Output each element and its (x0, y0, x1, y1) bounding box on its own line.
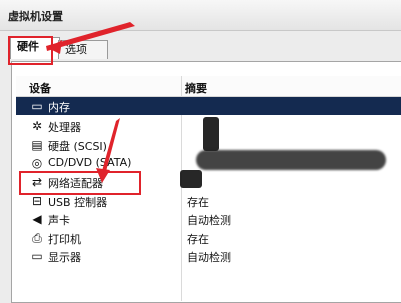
device-summary: 存在 (187, 233, 209, 246)
usb-controller-icon: ⊟ (31, 194, 43, 208)
device-label: 处理器 (48, 121, 81, 134)
device-row-sound-card[interactable]: ◀ 声卡 自动检测 (16, 210, 401, 228)
device-row-network-adapter[interactable]: ⇄ 网络适配器 (16, 173, 401, 191)
device-label: 硬盘 (SCSI) (48, 140, 107, 153)
display-icon: ▭ (31, 249, 43, 263)
column-header-device: 设备 (29, 82, 51, 95)
device-label: 内存 (48, 101, 70, 114)
device-label: 网络适配器 (48, 177, 103, 190)
device-row-printer[interactable]: ⎙ 打印机 存在 (16, 229, 401, 247)
tab-options-label: 选项 (65, 43, 87, 56)
sound-card-icon: ◀ (32, 212, 42, 226)
column-header-summary: 摘要 (185, 82, 207, 95)
tab-strip: 硬件 选项 (8, 36, 401, 60)
device-summary: 存在 (187, 196, 209, 209)
tab-options[interactable]: 选项 (58, 40, 108, 59)
tab-hardware[interactable]: 硬件 (10, 37, 60, 59)
processor-icon: ✲ (31, 119, 43, 133)
redacted-summary (203, 117, 219, 151)
tab-hardware-label: 硬件 (17, 40, 39, 53)
network-adapter-icon: ⇄ (31, 175, 43, 189)
printer-icon: ⎙ (32, 231, 42, 245)
device-label: 打印机 (48, 233, 81, 246)
device-label: 显示器 (48, 251, 81, 264)
redacted-summary (196, 150, 386, 170)
device-label: CD/DVD (SATA) (48, 156, 132, 169)
device-row-usb-controller[interactable]: ⊟ USB 控制器 存在 (16, 192, 401, 210)
device-label: 声卡 (48, 214, 70, 227)
redacted-summary (180, 170, 202, 188)
window-title: 虚拟机设置 (8, 10, 63, 23)
device-summary: 自动检测 (187, 214, 231, 227)
hard-disk-icon: ▤ (31, 138, 43, 152)
device-list-header: 设备 摘要 (16, 76, 401, 97)
device-row-memory[interactable]: ▭ 内存 (16, 97, 401, 115)
memory-icon: ▭ (31, 99, 43, 113)
device-row-display[interactable]: ▭ 显示器 自动检测 (16, 247, 401, 265)
device-label: USB 控制器 (48, 196, 108, 209)
title-bar: 虚拟机设置 (0, 0, 401, 31)
cd-dvd-icon: ◎ (31, 156, 43, 170)
device-summary: 自动检测 (187, 251, 231, 264)
